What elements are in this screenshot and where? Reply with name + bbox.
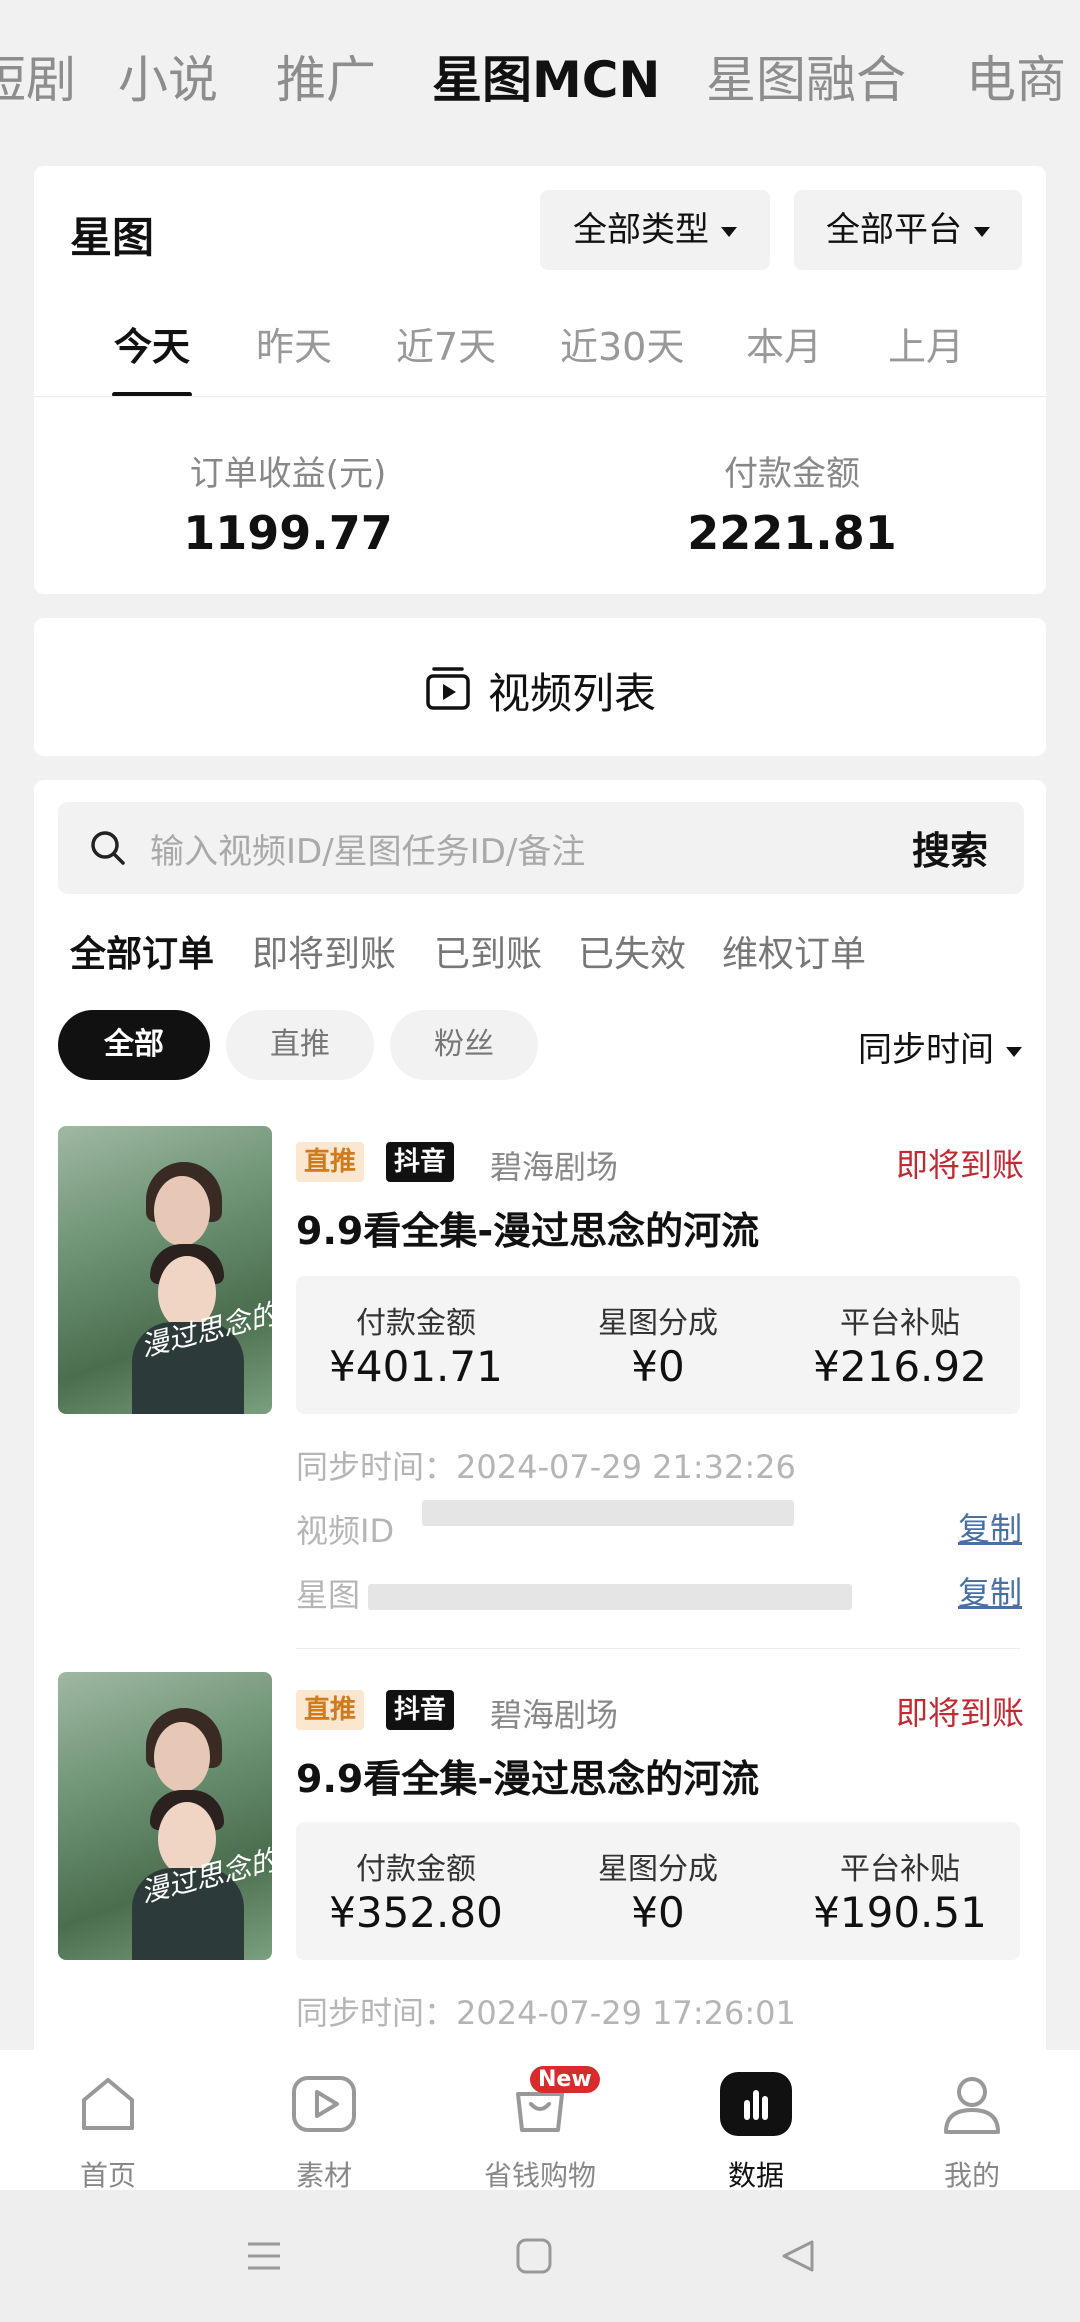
order-tab-rights[interactable]: 维权订单 [722, 930, 866, 980]
copy-task-id-link[interactable]: 复制 [958, 1568, 1022, 1614]
type-filter-label: 全部类型 [573, 210, 709, 250]
video-list-label: 视频列表 [488, 669, 657, 718]
order-status: 即将到账 [895, 1694, 1024, 1732]
tab-ecommerce[interactable]: 电商 [966, 50, 1066, 110]
payment-amount-label: 付款金额 [724, 454, 860, 494]
tag-direct: 直推 [296, 1690, 365, 1730]
chip-all[interactable]: 全部 [58, 1010, 210, 1080]
home-icon [82, 2078, 134, 2130]
nav-profile[interactable] [912, 2068, 1032, 2144]
search-icon [88, 828, 128, 868]
nav-material[interactable] [264, 2068, 384, 2144]
sort-label: 同步时间 [858, 1030, 994, 1070]
copy-video-id-link[interactable]: 复制 [958, 1504, 1022, 1550]
nav-shopping[interactable]: New [480, 2066, 600, 2144]
menu-icon[interactable] [244, 2236, 284, 2276]
period-30days[interactable]: 近30天 [560, 322, 684, 372]
order-tab-expired[interactable]: 已失效 [578, 930, 686, 980]
caret-down-icon [1006, 1046, 1022, 1057]
back-icon[interactable] [778, 2236, 818, 2276]
video-id-label: 视频ID [296, 1512, 395, 1550]
tab-xingtu-fusion[interactable]: 星图融合 [706, 50, 906, 110]
metric-label: 付款金额 [356, 1306, 476, 1341]
chip-direct[interactable]: 直推 [226, 1010, 374, 1080]
payment-amount-value: 2221.81 [687, 506, 897, 560]
chip-fans[interactable]: 粉丝 [390, 1010, 538, 1080]
store-name: 碧海剧场 [490, 1696, 619, 1734]
nav-data-label: 数据 [727, 2159, 784, 2192]
drama-poster[interactable]: 漫过思念的河流 [58, 1672, 272, 1960]
tag-direct: 直推 [296, 1142, 365, 1182]
divider [296, 1648, 1020, 1649]
order-tab-received[interactable]: 已到账 [434, 930, 542, 980]
period-today[interactable]: 今天 [114, 322, 190, 372]
nav-shopping-label: 省钱购物 [483, 2159, 596, 2192]
metric-label: 星图分成 [598, 1852, 718, 1887]
nav-material-label: 素材 [295, 2159, 352, 2192]
metric-value: ¥0 [631, 1888, 685, 1937]
card-title: 星图 [70, 213, 155, 262]
tag-douyin: 抖音 [386, 1142, 455, 1182]
drama-poster[interactable]: 漫过思念的河流 [58, 1126, 272, 1414]
metric-label: 付款金额 [356, 1852, 476, 1887]
caret-down-icon [974, 226, 990, 237]
platform-filter-dropdown[interactable]: 全部平台 [794, 190, 1022, 270]
period-this-month[interactable]: 本月 [746, 322, 822, 372]
period-7days[interactable]: 近7天 [396, 322, 496, 372]
order-title[interactable]: 9.9看全集-漫过思念的河流 [296, 1748, 759, 1803]
nav-home-label: 首页 [79, 2159, 136, 2192]
metric-label: 星图分成 [598, 1306, 718, 1341]
nav-profile-label: 我的 [943, 2159, 1000, 2192]
metric-label: 平台补贴 [840, 1306, 960, 1341]
play-icon [292, 2076, 356, 2132]
order-earnings-value: 1199.77 [183, 506, 393, 560]
platform-filter-label: 全部平台 [826, 210, 962, 250]
store-name: 碧海剧场 [490, 1148, 619, 1186]
system-nav-bar [0, 2190, 1080, 2322]
metric-value: ¥352.80 [329, 1888, 503, 1937]
sync-time: 同步时间：2024-07-29 17:26:01 [296, 1994, 796, 2032]
period-yesterday[interactable]: 昨天 [256, 322, 332, 372]
metrics-box: 付款金额 ¥352.80 星图分成 ¥0 平台补贴 ¥190.51 [296, 1822, 1020, 1960]
metric-value: ¥0 [631, 1342, 685, 1391]
metric-value: ¥401.71 [329, 1342, 503, 1391]
video-list-icon [424, 664, 472, 712]
profile-icon [944, 2077, 1000, 2134]
search-input[interactable]: 输入视频ID/星图任务ID/备注 [150, 824, 585, 873]
tab-novel[interactable]: 小说 [118, 50, 218, 110]
nav-home[interactable] [48, 2068, 168, 2144]
order-tab-all[interactable]: 全部订单 [70, 930, 214, 980]
redacted-id [422, 1500, 794, 1526]
divider [34, 396, 1046, 397]
period-last-month[interactable]: 上月 [888, 322, 964, 372]
tab-promotion[interactable]: 推广 [276, 50, 376, 110]
order-earnings-label: 订单收益(元) [189, 454, 387, 494]
task-id-label: 星图 [296, 1576, 361, 1614]
sort-dropdown[interactable]: 同步时间 [858, 1022, 1022, 1071]
tab-xingtu-mcn[interactable]: 星图MCN [432, 50, 660, 110]
metrics-box: 付款金额 ¥401.71 星图分成 ¥0 平台补贴 ¥216.92 [296, 1276, 1020, 1414]
nav-data[interactable] [696, 2068, 816, 2144]
bar-chart-icon [720, 2072, 792, 2136]
metric-value: ¥190.51 [813, 1888, 987, 1937]
tag-douyin: 抖音 [386, 1690, 455, 1730]
home-square-icon[interactable] [514, 2236, 554, 2276]
search-bar: 输入视频ID/星图任务ID/备注 搜索 [58, 802, 1024, 894]
order-title[interactable]: 9.9看全集-漫过思念的河流 [296, 1200, 759, 1255]
tab-short-drama[interactable]: 短剧 [0, 50, 76, 110]
redacted-id [368, 1584, 852, 1610]
type-filter-dropdown[interactable]: 全部类型 [540, 190, 770, 270]
bottom-nav: 首页 素材 New 省钱购物 数据 我的 [0, 2050, 1080, 2192]
metric-label: 平台补贴 [840, 1852, 960, 1887]
caret-down-icon [721, 226, 737, 237]
search-button[interactable]: 搜索 [912, 820, 988, 875]
order-tab-pending[interactable]: 即将到账 [252, 930, 396, 980]
order-status: 即将到账 [895, 1146, 1024, 1184]
top-tab-bar: 短剧 小说 推广 星图MCN 星图融合 电商 [0, 0, 1080, 160]
metric-value: ¥216.92 [813, 1342, 987, 1391]
new-badge: New [530, 2066, 600, 2093]
sync-time: 同步时间：2024-07-29 21:32:26 [296, 1448, 796, 1486]
